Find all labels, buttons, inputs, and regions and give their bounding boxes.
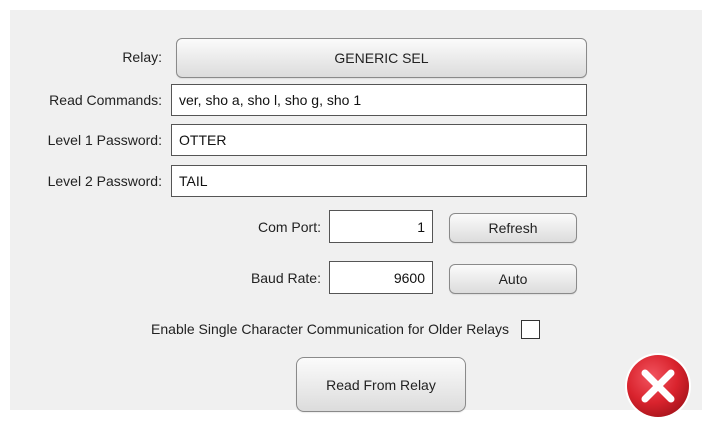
read-commands-label: Read Commands: [49, 92, 162, 108]
refresh-button[interactable]: Refresh [449, 213, 577, 243]
level2-password-label: Level 2 Password: [47, 173, 162, 189]
level1-password-input[interactable]: OTTER [171, 124, 587, 156]
com-port-input[interactable]: 1 [329, 210, 433, 243]
baud-rate-label: Baud Rate: [250, 270, 321, 286]
close-icon [625, 353, 691, 419]
com-port-label: Com Port: [257, 219, 321, 235]
read-from-relay-button[interactable]: Read From Relay [296, 357, 466, 412]
relay-label: Relay: [122, 49, 162, 65]
single-char-checkbox[interactable] [521, 320, 540, 339]
baud-rate-input[interactable]: 9600 [329, 261, 433, 294]
relay-select-button[interactable]: GENERIC SEL [176, 38, 587, 78]
bottom-margin [0, 410, 712, 434]
close-button[interactable] [622, 350, 694, 422]
single-char-label: Enable Single Character Communication fo… [151, 321, 509, 337]
level2-password-input[interactable]: TAIL [171, 165, 587, 197]
level1-password-label: Level 1 Password: [47, 132, 162, 148]
auto-button[interactable]: Auto [449, 264, 577, 294]
read-commands-input[interactable]: ver, sho a, sho l, sho g, sho 1 [171, 84, 587, 116]
